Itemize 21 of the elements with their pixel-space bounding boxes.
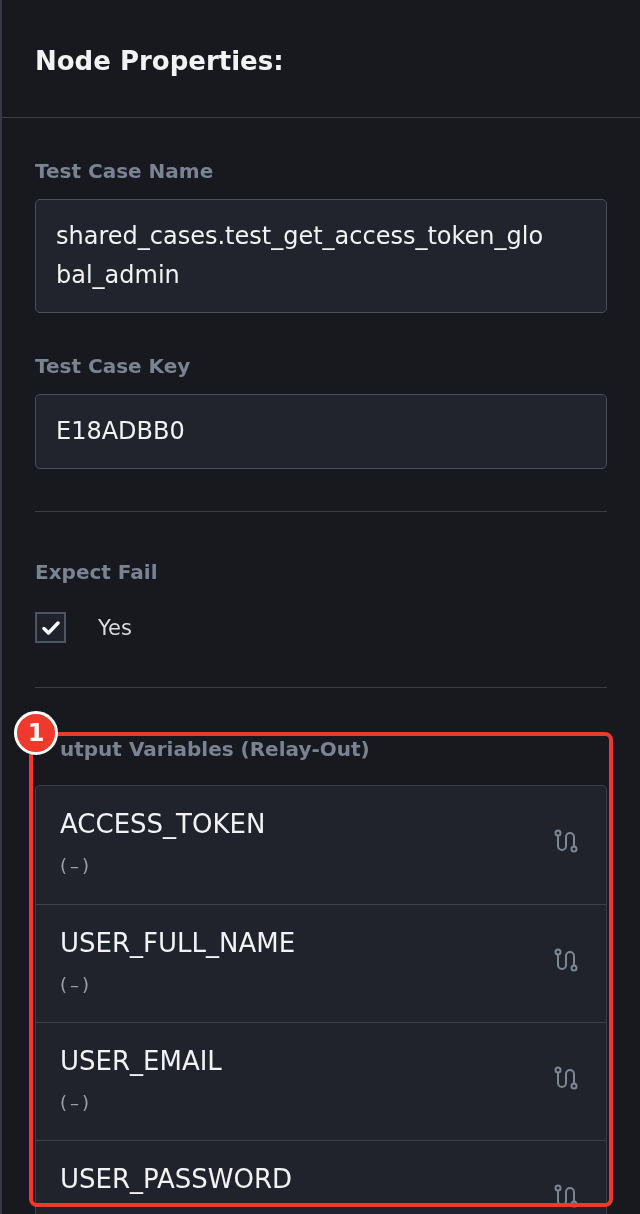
section-label: utput Variables (Relay-Out) [60, 737, 371, 761]
panel-title: Node Properties: [35, 44, 284, 77]
field-label: Expect Fail [35, 560, 159, 584]
route-icon[interactable] [554, 829, 578, 853]
variable-name: USER_FULL_NAME [60, 928, 296, 959]
checkbox-label: Yes [98, 615, 132, 640]
number-badge: 1 [14, 711, 58, 755]
route-icon[interactable] [554, 948, 578, 972]
field-label: Test Case Key [35, 354, 192, 378]
checkbox[interactable] [35, 612, 66, 643]
route-icon[interactable] [554, 1066, 578, 1090]
checkmark-icon [41, 620, 60, 635]
variable-value: (–) [60, 1091, 93, 1115]
variable-value: (–) [60, 854, 93, 878]
text-field[interactable]: shared_cases.test_get_access_token_global_admin [35, 199, 607, 313]
variable-name: USER_EMAIL [60, 1046, 222, 1077]
variable-name: ACCESS_TOKEN [60, 809, 266, 840]
variable-value: (–) [60, 973, 93, 997]
variable-name: USER_PASSWORD [60, 1164, 293, 1195]
field-label: Test Case Name [35, 159, 215, 183]
text-field[interactable]: E18ADBB0 [35, 394, 607, 469]
